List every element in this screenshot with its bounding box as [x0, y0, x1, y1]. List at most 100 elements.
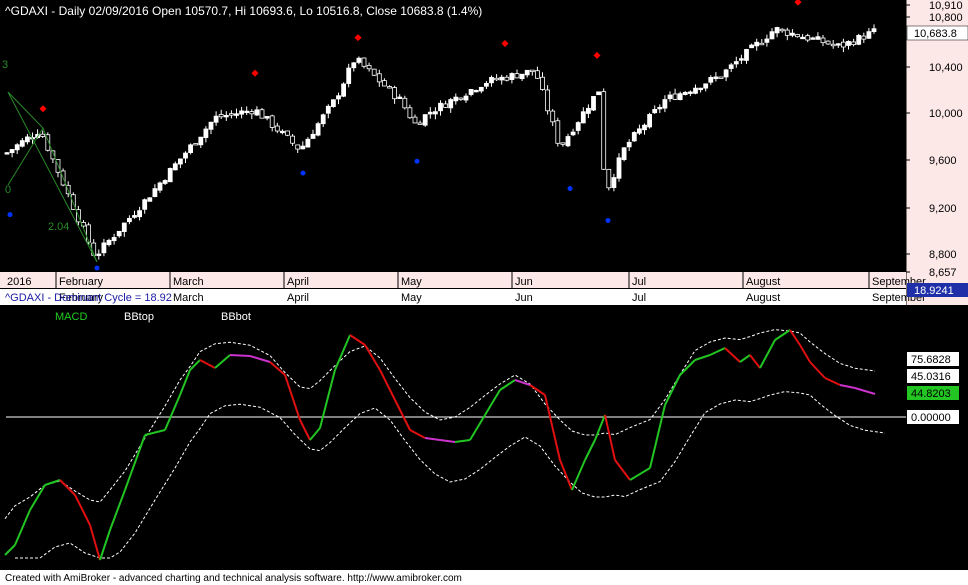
candle	[708, 76, 714, 83]
candle	[805, 35, 811, 41]
trough-marker	[605, 218, 611, 224]
month-label: April	[287, 292, 309, 304]
candle	[800, 36, 805, 40]
month-label: April	[287, 276, 309, 288]
candle	[458, 97, 464, 100]
month-label: Jun	[515, 292, 533, 304]
candle	[688, 91, 693, 94]
trough-marker	[7, 212, 13, 218]
candle	[234, 113, 239, 116]
candle	[744, 49, 749, 61]
candle	[677, 93, 683, 100]
candle	[835, 43, 841, 46]
wave-label-0: 0	[5, 184, 11, 196]
indicator-pane[interactable]	[0, 305, 906, 570]
candle	[698, 87, 703, 91]
candle	[320, 114, 326, 125]
candle	[657, 106, 663, 110]
legend-macd: MACD	[55, 311, 87, 323]
candle	[121, 222, 127, 232]
candle	[142, 199, 148, 210]
candle	[621, 147, 627, 160]
candle	[203, 128, 209, 138]
candle	[183, 152, 188, 159]
month-label: May	[401, 292, 422, 304]
candle	[769, 31, 775, 40]
candle	[101, 242, 107, 254]
price-pane[interactable]	[0, 0, 906, 272]
wave-label-3: 3	[2, 59, 8, 71]
trough-marker	[300, 170, 306, 176]
candle	[626, 141, 632, 148]
candle	[157, 182, 163, 191]
candle	[274, 125, 280, 132]
candle	[580, 111, 586, 124]
candle	[9, 149, 15, 154]
month-label: Jul	[632, 292, 646, 304]
candle	[473, 89, 479, 93]
price-tick: 10,800	[929, 12, 963, 24]
candle	[427, 111, 433, 115]
middle-value: 45.0316	[911, 371, 951, 383]
candle	[499, 76, 505, 81]
candle	[790, 32, 795, 36]
candle	[846, 41, 851, 46]
candle	[611, 177, 617, 188]
legend-bbtop: BBtop	[124, 311, 154, 323]
price-tick: 9,200	[929, 203, 957, 215]
candle	[381, 80, 387, 87]
indicator-title: ^GDAXI - Dominant Cycle = 18.92	[5, 292, 172, 304]
candle	[453, 96, 459, 102]
candle	[570, 131, 576, 136]
candle	[733, 61, 739, 65]
candle	[162, 180, 168, 184]
candle	[356, 57, 362, 63]
candle	[871, 28, 877, 33]
candle	[137, 210, 143, 218]
candle	[208, 121, 214, 130]
candle	[667, 94, 673, 100]
candle	[616, 157, 622, 179]
trough-marker	[414, 158, 420, 164]
chart-canvas: ^GDAXI - Daily 02/09/2016 Open 10570.7, …	[0, 0, 968, 585]
price-tick: 10,000	[929, 108, 963, 120]
candle	[432, 111, 438, 115]
candle	[376, 73, 382, 83]
candle	[514, 73, 520, 79]
candle	[642, 124, 647, 131]
candle	[718, 76, 724, 79]
candle	[815, 36, 821, 40]
candle	[478, 86, 484, 92]
candle	[784, 29, 790, 36]
candle	[116, 230, 122, 237]
wave-label-204: 2.04	[48, 221, 69, 233]
candle	[550, 110, 556, 123]
candle	[448, 99, 454, 109]
month-label: May	[401, 276, 422, 288]
month-label: Jul	[632, 276, 646, 288]
indicator-title-value: 18.9241	[914, 285, 954, 297]
candle	[264, 116, 270, 119]
candle	[606, 168, 612, 189]
candle	[244, 110, 250, 114]
month-label: 2016	[7, 276, 31, 288]
candle	[575, 122, 581, 131]
candle	[239, 110, 245, 115]
candle	[739, 58, 744, 61]
candle	[269, 115, 275, 128]
candle	[749, 44, 754, 49]
candle	[193, 143, 199, 146]
candle	[693, 87, 698, 94]
candle	[774, 27, 780, 34]
candle	[19, 140, 25, 147]
trough-marker	[567, 186, 573, 192]
candle	[407, 107, 413, 119]
candle	[825, 40, 831, 45]
indicator-axis[interactable]	[906, 305, 968, 570]
candle	[851, 41, 856, 45]
candle	[759, 42, 765, 46]
candle	[228, 113, 234, 116]
candle	[305, 138, 311, 148]
candle	[259, 109, 265, 119]
candle	[565, 136, 571, 147]
